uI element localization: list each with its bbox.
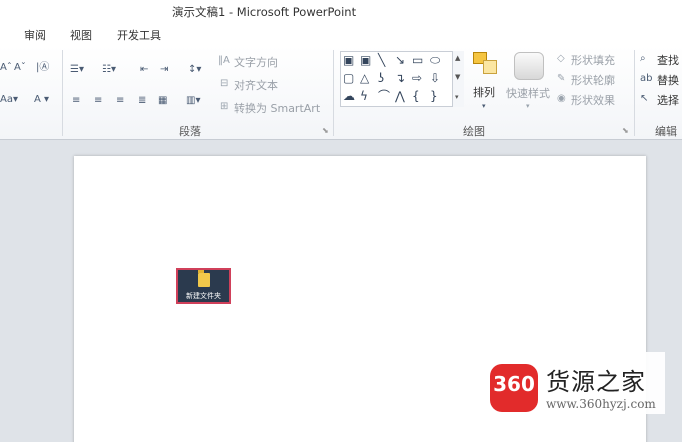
text-direction-icon: ‖A — [218, 55, 230, 66]
textbox-shape-icon[interactable]: ▣ — [343, 53, 354, 67]
distributed-icon[interactable]: ▦ — [158, 95, 167, 107]
watermark-name: 货源之家 — [546, 368, 646, 396]
line-shape-icon[interactable]: ╲ — [378, 53, 385, 67]
watermark-logo-text: 360 — [493, 372, 535, 396]
increase-indent-icon[interactable]: ⇥ — [160, 64, 168, 76]
find-icon: ⌕ — [640, 53, 646, 64]
arrange-button[interactable]: 排列 — [473, 84, 495, 100]
quick-styles-button[interactable]: 快速样式 — [506, 85, 550, 101]
gallery-more-icon[interactable]: ▾ — [455, 93, 459, 101]
editing-group-label: 编辑 — [655, 125, 677, 138]
select-button[interactable]: 选择 — [657, 92, 679, 108]
window-title: 演示文稿1 - Microsoft PowerPoint — [172, 5, 357, 19]
ribbon-tabs: 审阅 视图 开发工具 — [0, 24, 682, 46]
shape-outline-button[interactable]: 形状轮廓 — [571, 72, 615, 88]
align-text-icon: ⊟ — [220, 78, 229, 89]
bullets-icon[interactable]: ☰▾ — [70, 64, 84, 76]
decrease-indent-icon[interactable]: ⇤ — [140, 64, 148, 76]
rectangle-shape-icon[interactable]: ▭ — [412, 53, 423, 67]
align-center-icon[interactable]: ≡ — [94, 95, 102, 107]
drawing-dialog-launcher-icon[interactable]: ⬊ — [622, 126, 629, 135]
gallery-scroll[interactable]: ▲ ▼ ▾ — [452, 51, 464, 107]
gallery-up-icon[interactable]: ▲ — [455, 54, 460, 62]
convert-smartart-button[interactable]: 转换为 SmartArt — [234, 100, 320, 116]
line-spacing-icon[interactable]: ↕▾ — [188, 64, 201, 76]
change-case-icon[interactable]: Aa▾ — [0, 94, 18, 106]
paragraph-group-label: 段落 — [179, 125, 201, 138]
down-arrow-shape-icon[interactable]: ⇩ — [430, 71, 440, 85]
shape-outline-icon: ✎ — [557, 73, 566, 84]
title-bar: 演示文稿1 - Microsoft PowerPoint — [0, 0, 682, 24]
select-icon: ↖ — [640, 93, 649, 104]
columns-icon[interactable]: ▥▾ — [186, 95, 200, 107]
font-color-icon[interactable]: A ▾ — [34, 94, 49, 106]
elbow-arrow-shape-icon[interactable]: ↴ — [395, 71, 405, 85]
align-right-icon[interactable]: ≡ — [116, 95, 124, 107]
folder-icon — [198, 270, 210, 287]
numbering-icon[interactable]: ☷▾ — [102, 64, 116, 76]
replace-icon: ab — [640, 73, 653, 84]
gallery-down-icon[interactable]: ▼ — [455, 73, 460, 81]
align-left-icon[interactable]: ≡ — [72, 95, 80, 107]
folder-label: 新建文件夹 — [186, 292, 221, 300]
tab-review[interactable]: 审阅 — [24, 27, 46, 43]
oval-shape-icon[interactable]: ⬭ — [430, 53, 440, 67]
group-separator — [333, 50, 334, 136]
text-direction-button[interactable]: 文字方向 — [234, 54, 278, 70]
arrange-dropdown-icon[interactable]: ▾ — [482, 100, 486, 112]
rounded-rect-shape-icon[interactable]: ▢ — [343, 71, 354, 85]
group-separator — [62, 50, 63, 136]
tab-view[interactable]: 视图 — [70, 27, 92, 43]
quick-styles-icon[interactable] — [514, 52, 544, 80]
folder-image[interactable]: 新建文件夹 — [176, 268, 231, 304]
shape-fill-icon: ◇ — [557, 53, 565, 64]
drawing-group-label: 绘图 — [463, 125, 485, 138]
arrange-icon[interactable] — [471, 52, 501, 78]
replace-button[interactable]: 替换 — [657, 72, 679, 88]
arc-shape-icon[interactable]: ⌒ — [378, 89, 390, 103]
right-arrow-shape-icon[interactable]: ⇨ — [412, 71, 422, 85]
smartart-icon: ⊞ — [220, 101, 229, 112]
shrink-font-icon[interactable]: Aˇ — [14, 62, 26, 74]
triangle-shape-icon[interactable]: △ — [360, 71, 369, 85]
cloud-shape-icon[interactable]: ☁ — [343, 89, 355, 103]
shapes-gallery[interactable]: ▣ ▣ ╲ ↘ ▭ ⬭ ▢ △ ʖ ↴ ⇨ ⇩ ☁ ϟ ⌒ ⋀ { } — [340, 51, 462, 107]
left-brace-shape-icon[interactable]: { — [412, 89, 420, 103]
justify-icon[interactable]: ≣ — [138, 95, 146, 107]
ribbon: Aˆ Aˇ |Ⓐ Aa▾ A ▾ ☰▾ ☷▾ ⇤ ⇥ ↕▾ ≡ ≡ ≡ ≣ ▦ … — [0, 46, 682, 140]
arrow-shape-icon[interactable]: ↘ — [395, 53, 405, 67]
group-separator — [634, 50, 635, 136]
tab-developer[interactable]: 开发工具 — [117, 27, 161, 43]
freeform-shape-icon[interactable]: ⋀ — [395, 89, 405, 103]
clear-format-icon[interactable]: |Ⓐ — [36, 62, 49, 74]
right-brace-shape-icon[interactable]: } — [430, 89, 438, 103]
find-button[interactable]: 查找 — [657, 52, 679, 68]
shape-effects-icon: ◉ — [557, 93, 566, 104]
watermark-url: www.360hyzj.com — [546, 397, 656, 411]
quick-styles-dropdown-icon[interactable]: ▾ — [526, 100, 530, 112]
align-text-button[interactable]: 对齐文本 — [234, 77, 278, 93]
elbow-connector-shape-icon[interactable]: ʖ — [378, 71, 384, 85]
grow-font-icon[interactable]: Aˆ — [0, 62, 12, 74]
shape-effects-button[interactable]: 形状效果 — [571, 92, 615, 108]
paragraph-dialog-launcher-icon[interactable]: ⬊ — [322, 126, 329, 135]
vertical-textbox-shape-icon[interactable]: ▣ — [360, 53, 371, 67]
shape-fill-button[interactable]: 形状填充 — [571, 52, 615, 68]
lightning-shape-icon[interactable]: ϟ — [360, 89, 368, 103]
